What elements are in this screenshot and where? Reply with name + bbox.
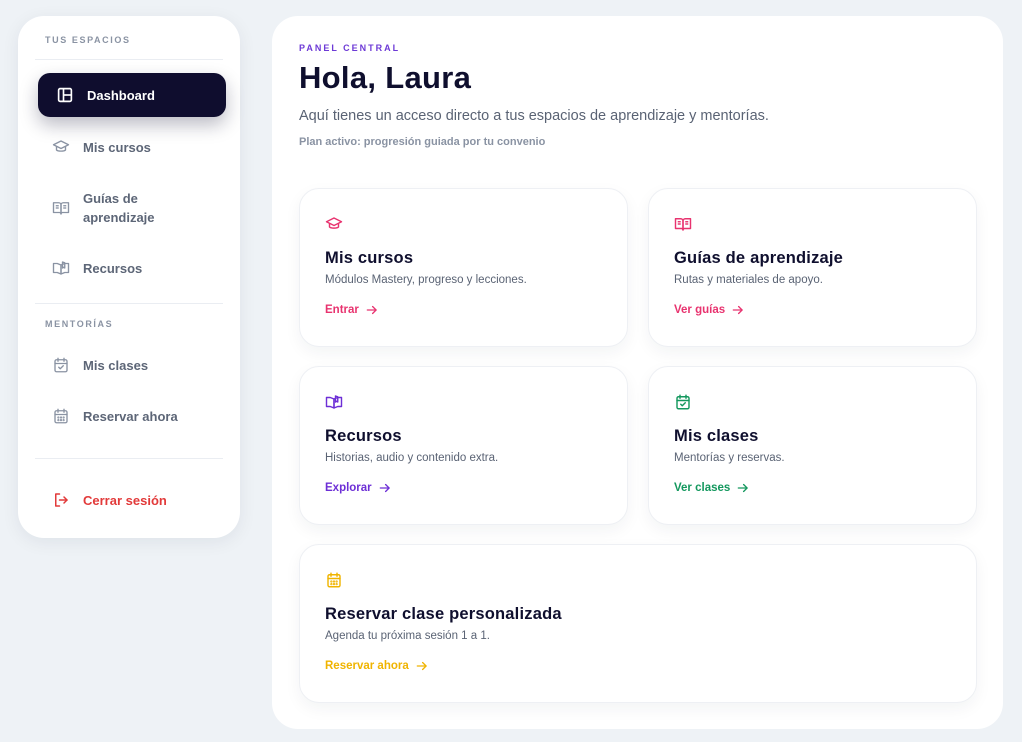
card-mis-clases[interactable]: Mis clases Mentorías y reservas. Ver cla…: [648, 366, 977, 525]
sidebar-divider: [35, 59, 223, 60]
sidebar-divider: [35, 458, 223, 459]
card-title: Reservar clase personalizada: [325, 605, 562, 623]
logout-label: Cerrar sesión: [83, 492, 167, 508]
sidebar-item-mis-cursos[interactable]: Mis cursos: [38, 136, 226, 158]
card-link-explorar[interactable]: Explorar: [325, 481, 392, 495]
card-link-label: Entrar: [325, 304, 359, 316]
arrow-right-icon: [416, 661, 427, 671]
card-link-ver-clases[interactable]: Ver clases: [674, 481, 750, 495]
sidebar-item-label: Guías de aprendizaje: [83, 189, 155, 227]
card-link-label: Reservar ahora: [325, 660, 409, 672]
sidebar-item-label: Mis cursos: [83, 139, 151, 155]
sidebar-section-mentoring: MENTORÍAS: [45, 319, 114, 329]
card-link-ver-guias[interactable]: Ver guías: [674, 303, 745, 317]
card-description: Agenda tu próxima sesión 1 a 1.: [325, 630, 490, 642]
graduation-cap-icon: [51, 137, 71, 157]
calendar-check-icon: [51, 355, 71, 375]
calendar-grid-icon: [51, 406, 71, 426]
card-recursos[interactable]: Recursos Historias, audio y contenido ex…: [299, 366, 628, 525]
card-description: Módulos Mastery, progreso y lecciones.: [325, 274, 527, 286]
card-link-label: Ver clases: [674, 482, 731, 494]
main-panel: PANEL CENTRAL Hola, Laura Aquí tienes un…: [272, 16, 1003, 729]
sidebar-section-spaces: TUS ESPACIOS: [45, 35, 131, 45]
sidebar-item-label: Dashboard: [87, 87, 155, 103]
card-link-label: Ver guías: [674, 304, 726, 316]
card-mis-cursos[interactable]: Mis cursos Módulos Mastery, progreso y l…: [299, 188, 628, 347]
card-link-entrar[interactable]: Entrar: [325, 303, 379, 317]
card-title: Guías de aprendizaje: [674, 249, 844, 267]
sidebar-item-dashboard[interactable]: Dashboard: [38, 73, 226, 117]
calendar-grid-icon: [325, 571, 345, 591]
sidebar-divider: [35, 303, 223, 304]
card-description: Historias, audio y contenido extra.: [325, 452, 499, 464]
book-pages-icon: [51, 258, 71, 278]
page-subtitle: Aquí tienes un acceso directo a tus espa…: [299, 108, 769, 124]
calendar-check-icon: [674, 393, 694, 413]
card-description: Rutas y materiales de apoyo.: [674, 274, 823, 286]
card-link-reservar-ahora[interactable]: Reservar ahora: [325, 659, 429, 673]
sidebar-item-label: Recursos: [83, 260, 143, 276]
plan-status: Plan activo: progresión guiada por tu co…: [299, 136, 546, 148]
card-description: Mentorías y reservas.: [674, 452, 785, 464]
graduation-cap-icon: [325, 215, 345, 235]
sidebar-item-label-line: Guías de: [83, 191, 138, 206]
arrow-right-icon: [366, 305, 377, 315]
page-title: Hola, Laura: [299, 60, 472, 95]
card-link-label: Explorar: [325, 482, 372, 494]
sidebar-item-guias[interactable]: Guías de aprendizaje: [38, 188, 226, 228]
sidebar: TUS ESPACIOS Dashboard Mis cursos Guías …: [18, 16, 240, 538]
card-reservar-clase[interactable]: Reservar clase personalizada Agenda tu p…: [299, 544, 977, 703]
card-title: Recursos: [325, 427, 402, 445]
app-frame: TUS ESPACIOS Dashboard Mis cursos Guías …: [0, 0, 1022, 742]
sidebar-item-label-line: aprendizaje: [83, 210, 155, 225]
book-open-icon: [51, 198, 71, 218]
panel-eyebrow: PANEL CENTRAL: [299, 43, 401, 53]
arrow-right-icon: [379, 483, 390, 493]
arrow-right-icon: [737, 483, 749, 493]
logout-button[interactable]: Cerrar sesión: [38, 489, 226, 511]
book-open-icon: [674, 215, 694, 235]
sidebar-item-reservar[interactable]: Reservar ahora: [38, 405, 226, 427]
sidebar-item-mis-clases[interactable]: Mis clases: [38, 354, 226, 376]
card-title: Mis cursos: [325, 249, 414, 267]
sidebar-item-label: Mis clases: [83, 357, 149, 373]
arrow-right-icon: [732, 305, 743, 315]
card-guias[interactable]: Guías de aprendizaje Rutas y materiales …: [648, 188, 977, 347]
sidebar-item-label: Reservar ahora: [83, 408, 178, 424]
logout-icon: [51, 490, 71, 510]
card-title: Mis clases: [674, 427, 759, 445]
book-pages-icon: [325, 393, 345, 413]
sidebar-item-recursos[interactable]: Recursos: [38, 257, 226, 279]
layout-icon: [55, 85, 75, 105]
